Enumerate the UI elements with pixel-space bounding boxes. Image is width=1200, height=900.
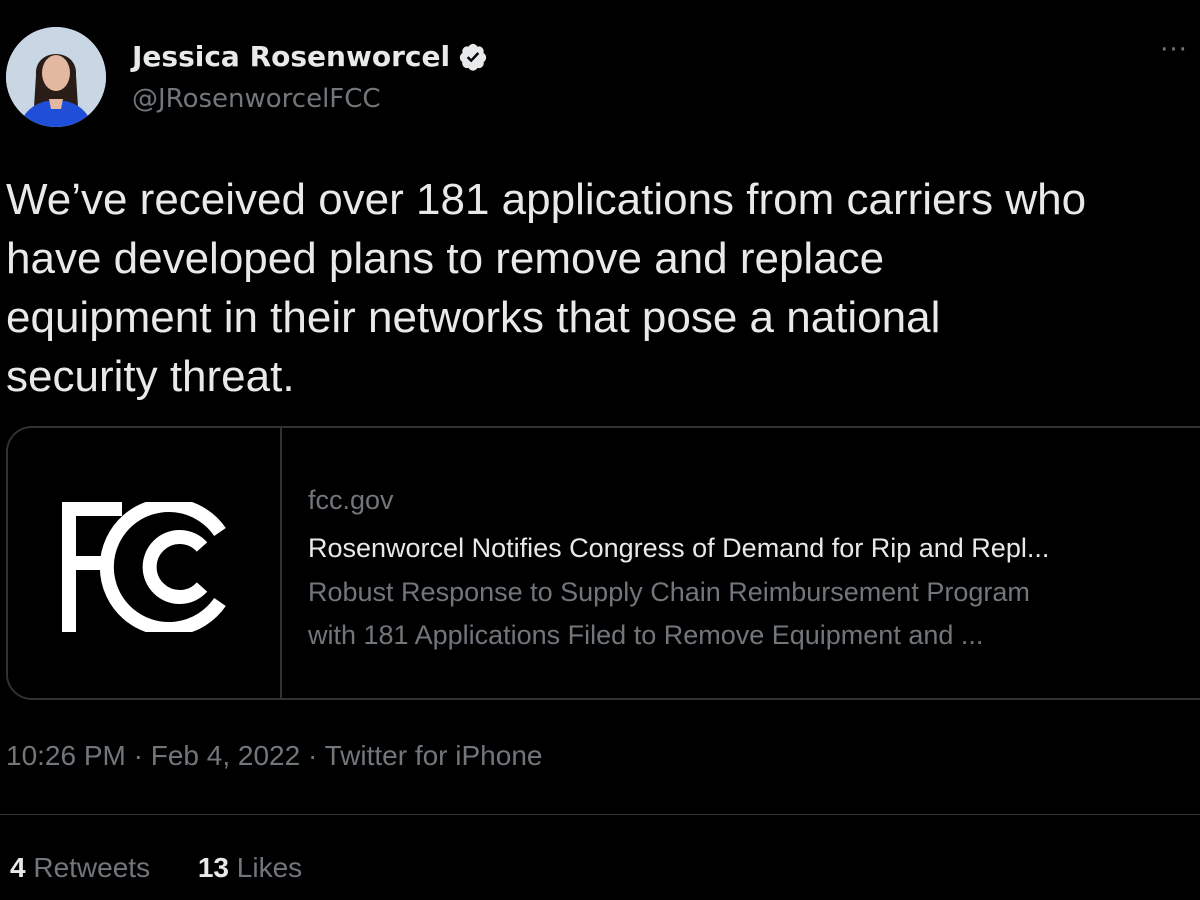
tweet: Jessica Rosenworcel @JRosenworcelFCC ···… <box>0 0 1200 900</box>
fcc-logo-icon <box>62 502 226 632</box>
card-domain: fcc.gov <box>308 485 394 515</box>
avatar[interactable] <box>6 27 106 127</box>
tweet-text-line: have developed plans to remove and repla… <box>6 234 885 283</box>
tweet-text-line: security threat. <box>6 352 295 401</box>
retweets-stat[interactable]: 4 Retweets <box>10 852 150 884</box>
likes-stat[interactable]: 13 Likes <box>198 852 302 884</box>
verified-badge-icon <box>458 42 488 72</box>
retweets-label: Retweets <box>33 852 151 883</box>
meta-separator: · <box>300 740 325 771</box>
card-image[interactable] <box>8 428 282 698</box>
tweet-date[interactable]: Feb 4, 2022 <box>151 740 300 771</box>
tweet-time[interactable]: 10:26 PM <box>6 740 126 771</box>
retweets-count: 4 <box>10 852 26 883</box>
tweet-source[interactable]: Twitter for iPhone <box>325 740 543 771</box>
tweet-text: We’ve received over 181 applications fro… <box>6 170 1196 406</box>
card-title: Rosenworcel Notifies Congress of Demand … <box>308 533 1050 563</box>
author-handle[interactable]: @JRosenworcelFCC <box>132 84 381 114</box>
tweet-stats: 4 Retweets 13 Likes <box>10 852 342 884</box>
divider <box>0 814 1200 815</box>
author-name-row[interactable]: Jessica Rosenworcel <box>132 40 488 73</box>
card-body[interactable]: fcc.gov Rosenworcel Notifies Congress of… <box>308 480 1188 657</box>
meta-separator: · <box>125 740 151 771</box>
more-options-icon[interactable]: ··· <box>1154 37 1194 68</box>
author-name[interactable]: Jessica Rosenworcel <box>132 40 450 73</box>
card-description: Robust Response to Supply Chain Reimburs… <box>308 571 1188 657</box>
card-description-line: Robust Response to Supply Chain Reimburs… <box>308 577 1030 607</box>
tweet-text-line: We’ve received over 181 applications fro… <box>6 175 1087 224</box>
avatar-image <box>6 27 106 127</box>
likes-label: Likes <box>236 852 303 883</box>
tweet-meta: 10:26 PM · Feb 4, 2022 · Twitter for iPh… <box>6 740 542 772</box>
link-card[interactable]: fcc.gov Rosenworcel Notifies Congress of… <box>6 426 1200 700</box>
likes-count: 13 <box>197 852 230 883</box>
card-description-line: with 181 Applications Filed to Remove Eq… <box>308 620 984 650</box>
tweet-text-line: equipment in their networks that pose a … <box>6 293 941 342</box>
